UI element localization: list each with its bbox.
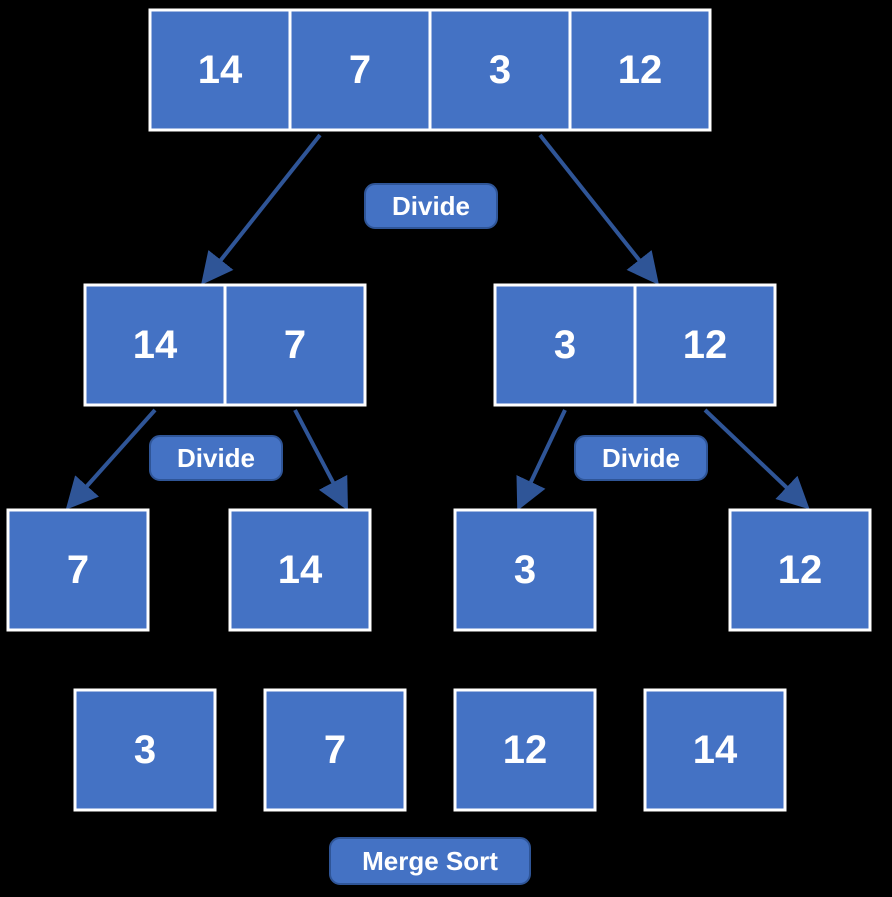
row2-right: 3 12 bbox=[495, 285, 775, 405]
svg-text:Divide: Divide bbox=[177, 443, 255, 473]
merge-sort-diagram: 14 7 3 12 Divide 14 7 3 12 Divide Divide bbox=[0, 0, 892, 897]
divide-label-1: Divide bbox=[365, 184, 497, 228]
divide-label-2: Divide bbox=[150, 436, 282, 480]
svg-text:Divide: Divide bbox=[602, 443, 680, 473]
row4-cell-3: 14 bbox=[693, 728, 738, 772]
row2-left: 14 7 bbox=[85, 285, 365, 405]
row1-cell-1: 7 bbox=[349, 48, 371, 92]
row4-cell-1: 7 bbox=[324, 728, 346, 772]
arrow-down-right-1 bbox=[540, 135, 655, 280]
divide-label-3: Divide bbox=[575, 436, 707, 480]
row1-array: 14 7 3 12 bbox=[150, 10, 710, 130]
row1-cell-0: 14 bbox=[198, 48, 243, 92]
svg-text:Merge Sort: Merge Sort bbox=[362, 846, 498, 876]
row2-left-1: 7 bbox=[284, 323, 306, 367]
arrow-down-left-1 bbox=[205, 135, 320, 280]
arrow-l-r bbox=[295, 410, 345, 505]
row3-cell-1: 14 bbox=[278, 548, 323, 592]
arrow-l-l bbox=[70, 410, 155, 505]
row3-cell-3: 12 bbox=[778, 548, 823, 592]
row1-cell-2: 3 bbox=[489, 48, 511, 92]
svg-text:Divide: Divide bbox=[392, 191, 470, 221]
row4-cell-2: 12 bbox=[503, 728, 548, 772]
row3-cell-2: 3 bbox=[514, 548, 536, 592]
arrow-r-r bbox=[705, 410, 805, 505]
row4-cell-0: 3 bbox=[134, 728, 156, 772]
row2-right-0: 3 bbox=[554, 323, 576, 367]
row2-right-1: 12 bbox=[683, 323, 728, 367]
row1-cell-3: 12 bbox=[618, 48, 663, 92]
merge-sort-label: Merge Sort bbox=[330, 838, 530, 884]
row3-cells: 7 14 3 12 bbox=[8, 510, 870, 630]
row2-left-0: 14 bbox=[133, 323, 178, 367]
arrow-r-l bbox=[520, 410, 565, 505]
row3-cell-0: 7 bbox=[67, 548, 89, 592]
row4-sorted: 3 7 12 14 bbox=[75, 690, 785, 810]
